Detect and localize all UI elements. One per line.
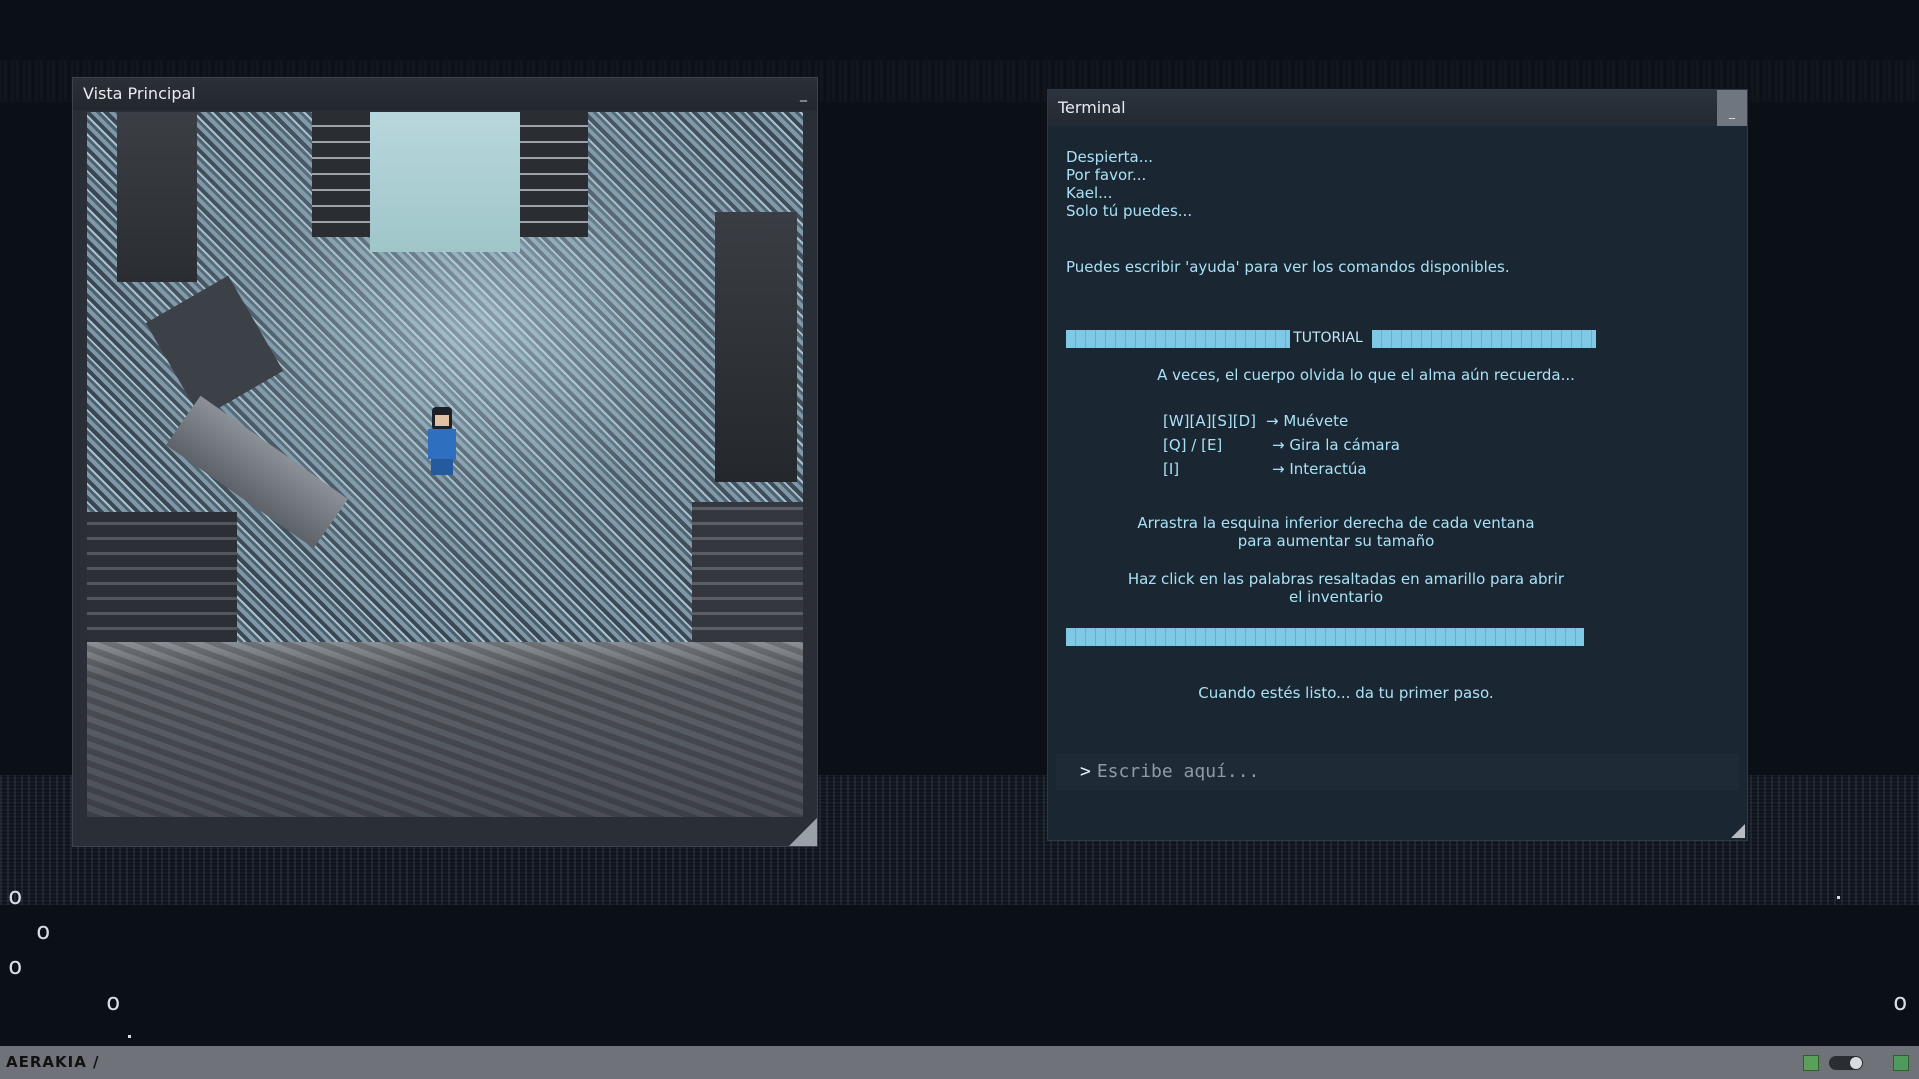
game-window-minimize-button[interactable]: _ <box>800 78 807 110</box>
terminal-line: Por favor... <box>1066 166 1147 184</box>
floating-glyph: o <box>8 952 23 980</box>
game-lower-floor <box>87 642 803 817</box>
control-action: → Muévete <box>1266 412 1349 430</box>
toggle-switch[interactable] <box>1829 1056 1863 1070</box>
player-face <box>435 415 449 426</box>
floating-glyph: o <box>1893 988 1908 1016</box>
floating-glyph: o <box>8 882 23 910</box>
terminal-prompt: > <box>1080 761 1091 782</box>
terminal-input-row[interactable]: > <box>1056 754 1739 790</box>
player-legs <box>431 459 453 475</box>
terminal-resize-handle[interactable] <box>1731 824 1745 838</box>
game-stairs-right <box>692 502 803 642</box>
terminal-titlebar[interactable]: Terminal _ <box>1048 90 1747 126</box>
tutorial-label: TUTORIAL <box>1293 330 1363 346</box>
tutorial-bar-left <box>1066 330 1290 348</box>
click-hint: Haz click en las palabras resaltadas en … <box>1127 570 1565 588</box>
player-character <box>422 407 462 479</box>
resize-hint: Arrastra la esquina inferior derecha de … <box>1137 514 1535 532</box>
game-stairs-left <box>87 512 237 642</box>
terminal-title: Terminal <box>1058 98 1126 117</box>
game-window-titlebar[interactable]: Vista Principal _ <box>73 78 817 110</box>
game-pillar <box>117 112 197 282</box>
ready-line: Cuando estés listo... da tu primer paso. <box>1198 684 1494 702</box>
floating-glyph: o <box>106 988 121 1016</box>
game-light-shaft <box>370 112 520 252</box>
app-icon[interactable] <box>1893 1055 1909 1071</box>
tutorial-quote: A veces, el cuerpo olvida lo que el alma… <box>1157 366 1575 384</box>
player-body <box>428 429 456 459</box>
game-window-resize-handle[interactable] <box>789 818 817 846</box>
resize-hint: para aumentar su tamaño <box>1237 532 1435 550</box>
terminal-window[interactable]: Terminal _ Despierta... Por favor... Kae… <box>1047 89 1748 841</box>
game-pillar <box>715 212 797 482</box>
terminal-help-line: Puedes escribir 'ayuda' para ver los com… <box>1066 258 1510 276</box>
click-hint: el inventario <box>1288 588 1384 606</box>
app-icon[interactable] <box>1803 1055 1819 1071</box>
terminal-minimize-button[interactable]: _ <box>1717 90 1747 126</box>
floating-dot <box>128 1035 131 1038</box>
tutorial-bar-bottom <box>1066 628 1584 646</box>
terminal-line: Despierta... <box>1066 148 1154 166</box>
terminal-line: Solo tú puedes... <box>1066 202 1193 220</box>
game-window[interactable]: Vista Principal _ <box>72 77 818 847</box>
tutorial-bar-right <box>1372 330 1596 348</box>
control-action: → Interactúa <box>1272 460 1367 478</box>
terminal-input[interactable] <box>1096 761 1697 782</box>
game-pillar <box>520 112 588 237</box>
floating-dot <box>1837 896 1840 899</box>
statusbar-brand: AERAKIA / <box>6 1053 100 1071</box>
control-action: → Gira la cámara <box>1272 436 1400 454</box>
game-window-title: Vista Principal <box>83 84 196 103</box>
terminal-line: Kael... <box>1066 184 1113 202</box>
statusbar: AERAKIA / <box>0 1046 1919 1079</box>
control-keys: [Q] / [E] <box>1163 436 1223 454</box>
game-viewport[interactable] <box>87 112 803 817</box>
control-keys: [W][A][S][D] <box>1163 412 1256 430</box>
floating-glyph: o <box>36 917 51 945</box>
control-keys: [I] <box>1163 460 1180 478</box>
terminal-output: Despierta... Por favor... Kael... Solo t… <box>1048 126 1747 840</box>
game-pillar <box>312 112 370 237</box>
